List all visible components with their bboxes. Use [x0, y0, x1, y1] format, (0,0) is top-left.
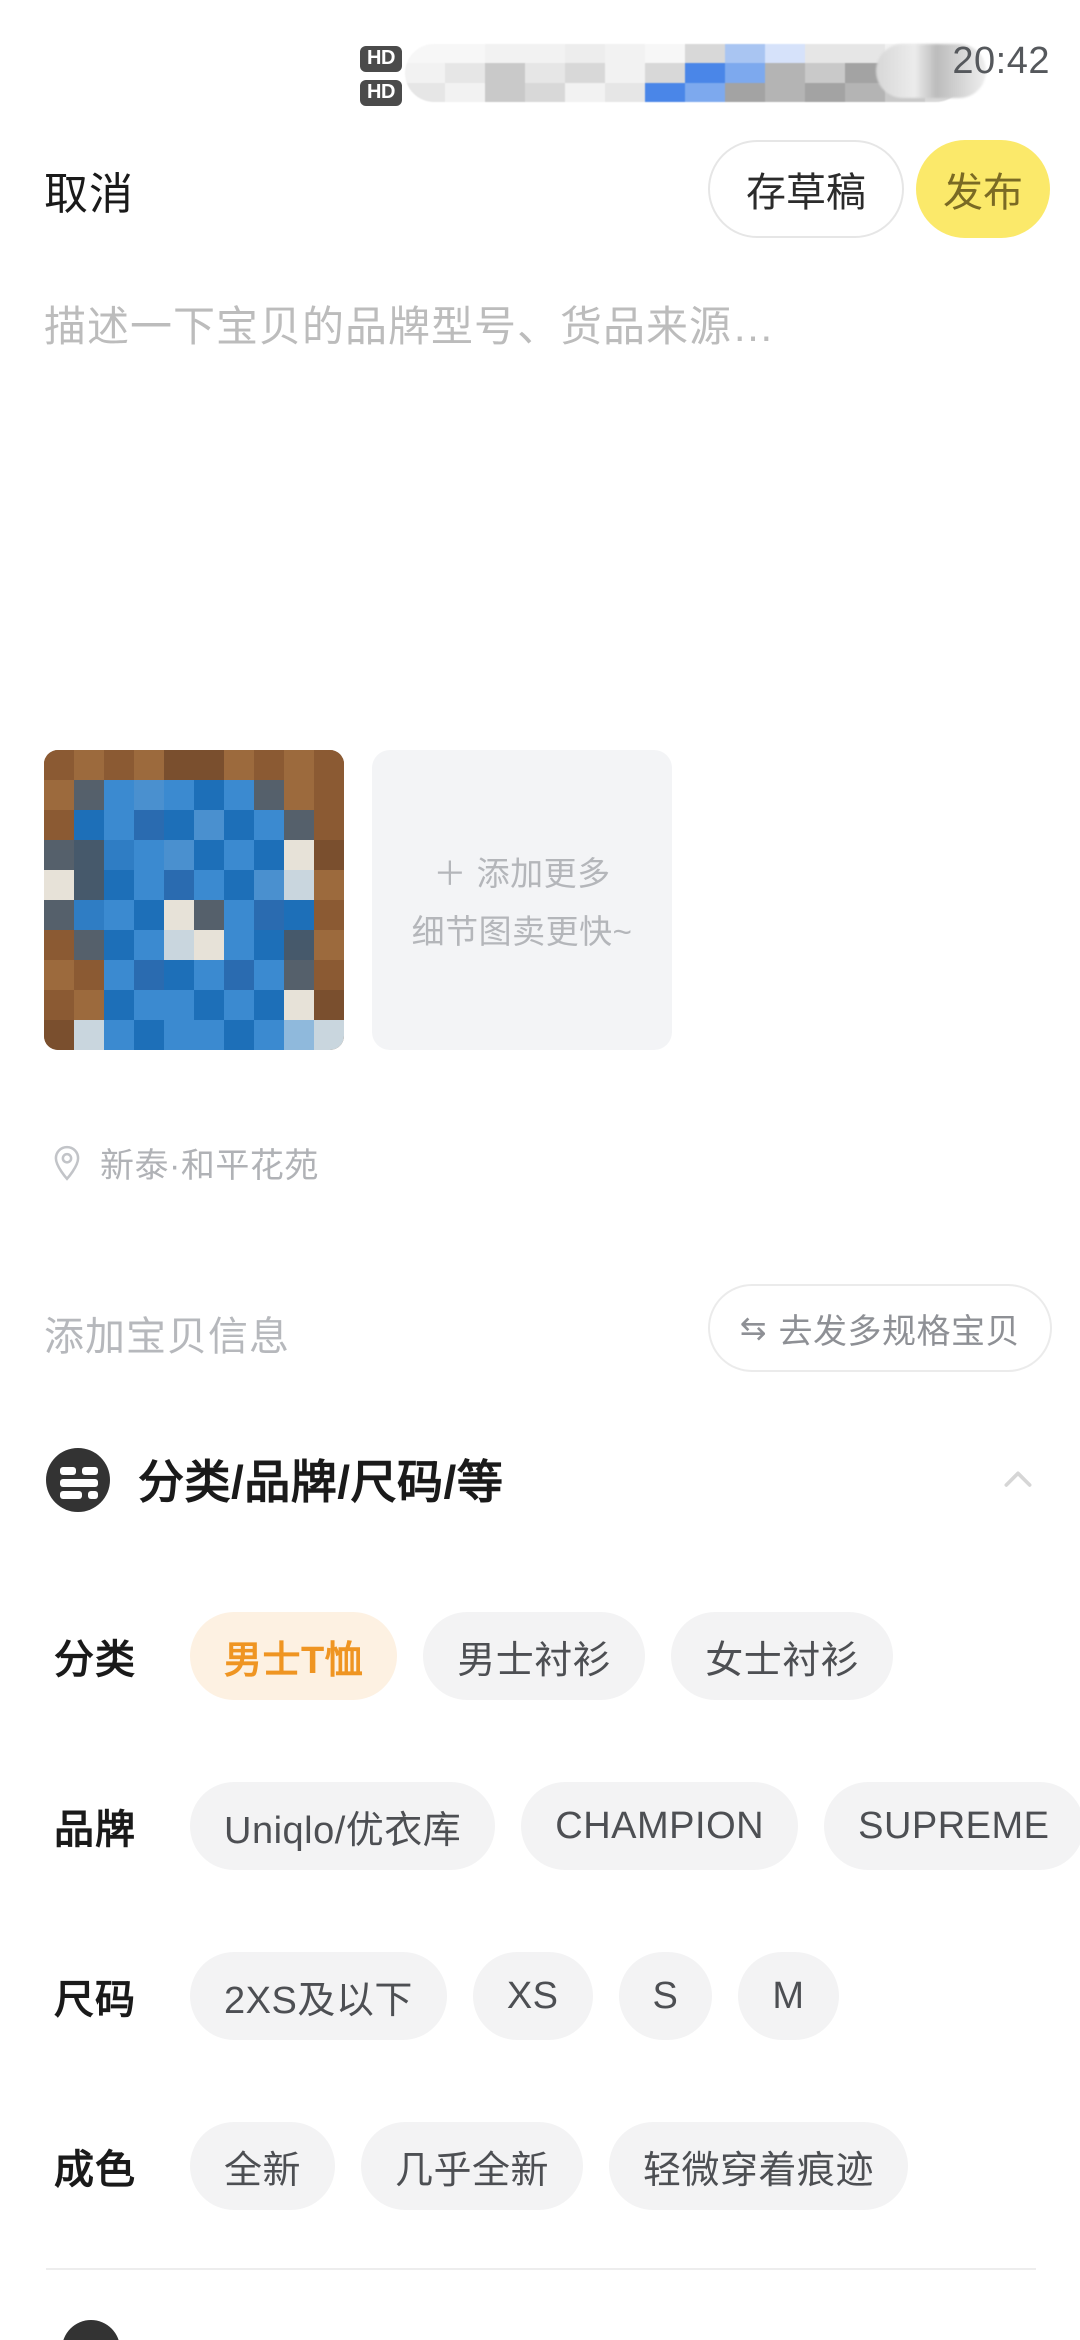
swap-arrows-icon: ⇆ [739, 1310, 767, 1346]
option-chip[interactable]: XS [472, 1952, 593, 2040]
phone-screen: HD HD 20:42 取消 存草稿 发布 描述一下宝贝的品牌型号、货品来源… … [0, 0, 1080, 2340]
add-more-line2: 细节图卖更快~ [411, 913, 633, 950]
cancel-button[interactable]: 取消 [44, 158, 134, 222]
attributes-section-header[interactable]: 分类/品牌/尺码/等 [0, 1440, 1080, 1540]
item-info-label: 添加宝贝信息 [44, 1315, 290, 1359]
option-chip[interactable]: 全新 [190, 2122, 336, 2210]
hd-badge-primary: HD [360, 46, 402, 72]
hd-badge-group: HD HD [360, 46, 402, 106]
option-chip[interactable]: S [618, 1952, 713, 2040]
multi-spec-label: 去发多规格宝贝 [778, 1312, 1020, 1351]
photo-picker-row: ＋ 添加更多 细节图卖更快~ [44, 750, 672, 1050]
status-bar: HD HD 20:42 [0, 0, 1080, 118]
next-section-icon [62, 2320, 120, 2340]
attribute-options: 男士T恤 男士衬衫 女士衬衫 [190, 1612, 1080, 1700]
publish-button[interactable]: 发布 [916, 140, 1050, 238]
attribute-row-brand: 品牌 Uniqlo/优衣库 CHAMPION SUPREME [0, 1766, 1080, 1886]
attribute-options: 全新 几乎全新 轻微穿着痕迹 [190, 2122, 1080, 2210]
photo-thumbnail[interactable] [44, 750, 344, 1050]
attribute-label: 尺码 [54, 1978, 136, 2022]
attribute-options: Uniqlo/优衣库 CHAMPION SUPREME [190, 1782, 1080, 1870]
attribute-label: 分类 [54, 1638, 136, 1682]
description-placeholder: 描述一下宝贝的品牌型号、货品来源… [44, 303, 776, 350]
add-more-line1: ＋ 添加更多 [433, 855, 611, 892]
attribute-row-condition: 成色 全新 几乎全新 轻微穿着痕迹 [0, 2106, 1080, 2226]
status-bar-clock: 20:42 [952, 40, 1050, 82]
option-chip[interactable]: 轻微穿着痕迹 [609, 2122, 909, 2210]
option-chip[interactable]: 几乎全新 [361, 2122, 584, 2210]
filter-sliders-icon [46, 1448, 110, 1512]
option-chip[interactable]: Uniqlo/优衣库 [190, 1782, 496, 1870]
hd-badge-secondary: HD [360, 80, 402, 106]
item-info-row: 添加宝贝信息 ⇆ 去发多规格宝贝 [0, 1278, 1080, 1388]
attribute-label: 品牌 [54, 1808, 136, 1852]
option-chip[interactable]: 男士T恤 [190, 1612, 398, 1700]
attributes-section-title: 分类/品牌/尺码/等 [138, 1456, 504, 1508]
option-chip[interactable]: 女士衬衫 [671, 1612, 894, 1700]
multi-spec-button[interactable]: ⇆ 去发多规格宝贝 [707, 1284, 1052, 1372]
option-chip[interactable]: 2XS及以下 [190, 1952, 447, 2040]
save-draft-button[interactable]: 存草稿 [708, 140, 904, 238]
next-section-peek[interactable] [0, 2320, 1080, 2340]
attribute-row-category: 分类 男士T恤 男士衬衫 女士衬衫 [0, 1596, 1080, 1716]
option-chip[interactable]: SUPREME [824, 1782, 1080, 1870]
chevron-up-icon[interactable] [998, 1460, 1038, 1500]
add-more-photos-button[interactable]: ＋ 添加更多 细节图卖更快~ [372, 750, 672, 1050]
photo-thumbnail-image [44, 750, 344, 1050]
location-pin-icon [54, 1145, 80, 1181]
top-navigation-bar: 取消 存草稿 发布 [0, 130, 1080, 250]
section-divider [46, 2268, 1036, 2270]
attribute-row-size: 尺码 2XS及以下 XS S M [0, 1936, 1080, 2056]
location-label: 新泰·和平花苑 [100, 1147, 319, 1185]
location-row[interactable]: 新泰·和平花苑 [48, 1138, 319, 1187]
attribute-options: 2XS及以下 XS S M [190, 1952, 1080, 2040]
option-chip[interactable]: M [738, 1952, 839, 2040]
option-chip[interactable]: 男士衬衫 [423, 1612, 646, 1700]
attribute-label: 成色 [54, 2148, 136, 2192]
description-input[interactable]: 描述一下宝贝的品牌型号、货品来源… [44, 300, 1044, 680]
option-chip[interactable]: CHAMPION [521, 1782, 799, 1870]
